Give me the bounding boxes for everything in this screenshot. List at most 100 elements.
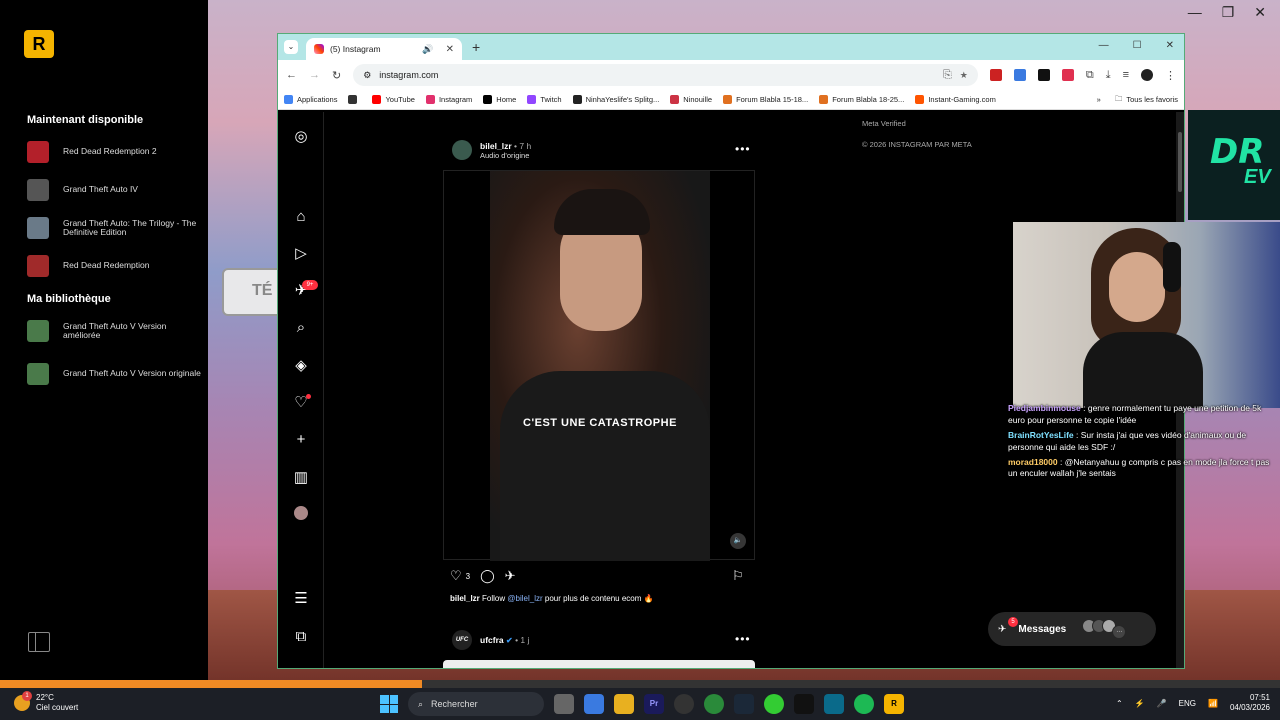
close-tab-icon[interactable]: ✕ <box>446 44 454 55</box>
windows-start-icon[interactable] <box>380 695 398 713</box>
clock[interactable]: 07:51 04/03/2026 <box>1230 693 1270 714</box>
steam-icon[interactable] <box>734 694 754 714</box>
bookmark-item[interactable]: Applications <box>284 95 337 104</box>
maximize-icon[interactable]: ❐ <box>1222 4 1235 21</box>
instagram-logo-icon[interactable]: ◎ <box>292 128 310 146</box>
app-icon[interactable] <box>824 694 844 714</box>
task-view-icon[interactable] <box>554 694 574 714</box>
bookmarks-overflow-icon[interactable]: » <box>1097 95 1101 104</box>
search-icon[interactable]: ⌕ <box>292 319 310 337</box>
avatar[interactable] <box>452 140 472 160</box>
chat-username[interactable]: morad18000 <box>1008 457 1058 467</box>
browser-menu-icon[interactable]: ⋮ <box>1165 69 1176 82</box>
language-indicator[interactable]: ENG <box>1179 699 1196 708</box>
bookmark-item[interactable]: Instagram <box>425 95 472 104</box>
tab-instagram[interactable]: (5) Instagram 🔊 ✕ <box>306 38 462 60</box>
install-app-icon[interactable]: ⎘ <box>943 69 952 82</box>
extension-icon[interactable] <box>1013 69 1026 81</box>
like-count[interactable]: 3 <box>466 572 470 581</box>
tab-search-icon[interactable]: ⌄ <box>284 40 298 54</box>
game-item[interactable]: Red Dead Redemption 2 <box>27 141 205 163</box>
browser-close-icon[interactable]: ✕ <box>1166 40 1174 51</box>
also-from-meta-icon[interactable]: ⧉ <box>292 628 310 646</box>
network-icon[interactable]: ⚡ <box>1135 699 1145 708</box>
extensions-puzzle-icon[interactable]: ⧉ <box>1086 69 1094 82</box>
bookmark-item[interactable] <box>348 95 361 104</box>
share-icon[interactable]: ✈ <box>505 568 516 584</box>
explore-icon[interactable]: ◈ <box>292 357 310 375</box>
game-item[interactable]: Red Dead Redemption <box>27 255 205 277</box>
post2-username[interactable]: ufcfra <box>480 635 504 645</box>
extension-icon[interactable] <box>989 69 1002 81</box>
reload-icon[interactable]: ↻ <box>332 69 341 82</box>
browser-maximize-icon[interactable]: ☐ <box>1133 40 1142 51</box>
avatar[interactable]: UFC <box>452 630 472 650</box>
media-control-icon[interactable]: ≡ <box>1123 69 1129 81</box>
game-item[interactable]: Grand Theft Auto V Version améliorée <box>27 320 205 342</box>
post-audio[interactable]: Audio d'origine <box>480 151 531 160</box>
chat-username[interactable]: BrainRotYesLife <box>1008 430 1074 440</box>
weather-widget[interactable]: 1 22°C Ciel couvert <box>14 690 78 712</box>
post-video[interactable]: C'EST UNE CATASTROPHE <box>490 171 710 561</box>
post2-options-icon[interactable]: ••• <box>735 632 751 646</box>
caption-mention[interactable]: @bilel_lzr <box>507 594 542 603</box>
like-icon[interactable]: ♡ <box>450 568 462 584</box>
dashboard-icon[interactable]: ▥ <box>292 469 310 487</box>
sidebar-toggle-icon[interactable] <box>28 632 50 652</box>
spotify-icon[interactable] <box>854 694 874 714</box>
profile-avatar[interactable] <box>1141 69 1153 81</box>
obs-icon[interactable] <box>674 694 694 714</box>
chat-username[interactable]: Piedjambinmouse <box>1008 403 1081 413</box>
site-info-icon[interactable]: ⚙ <box>363 70 371 81</box>
bookmark-item[interactable]: Ninouille <box>670 95 712 104</box>
bookmark-item[interactable]: Twitch <box>527 95 562 104</box>
profile-avatar-icon[interactable] <box>292 506 310 524</box>
bookmark-item[interactable]: Forum Blabla 15-18... <box>723 95 808 104</box>
bookmark-item[interactable]: Forum Blabla 18-25... <box>819 95 904 104</box>
taskbar-search[interactable]: ⌕ Rechercher <box>408 692 544 716</box>
rockstar-logo-icon[interactable]: R <box>24 30 54 58</box>
mute-icon[interactable]: 🔈 <box>730 533 746 549</box>
post-options-icon[interactable]: ••• <box>735 142 751 156</box>
meta-verified-link[interactable]: Meta Verified <box>862 118 972 129</box>
reels-icon[interactable]: ▷ <box>292 245 310 263</box>
all-bookmarks-button[interactable]: 🗀 Tous les favoris <box>1115 93 1178 106</box>
browser-minimize-icon[interactable]: — <box>1099 40 1109 51</box>
app-icon[interactable] <box>584 694 604 714</box>
premiere-icon[interactable]: Pr <box>644 694 664 714</box>
bookmark-item[interactable]: Instant-Gaming.com <box>915 95 996 104</box>
back-icon[interactable]: ← <box>286 69 297 81</box>
home-icon[interactable]: ⌂ <box>292 208 310 226</box>
game-item[interactable]: Grand Theft Auto: The Trilogy - The Defi… <box>27 217 205 239</box>
game-item[interactable]: Grand Theft Auto V Version originale <box>27 363 205 385</box>
chevron-up-icon[interactable]: ⌃ <box>1116 699 1123 708</box>
post-username[interactable]: bilel_lzr <box>480 141 512 151</box>
post-media[interactable]: C'EST UNE CATASTROPHE 🔈 <box>443 170 755 561</box>
post2-media[interactable] <box>443 660 755 668</box>
extension-icon[interactable] <box>1037 69 1050 81</box>
download-icon[interactable]: ⤓ <box>1106 69 1111 82</box>
speaker-icon[interactable]: 🔊 <box>422 44 433 55</box>
save-icon[interactable]: ⚐ <box>732 568 744 584</box>
forward-icon[interactable]: → <box>309 69 320 81</box>
caption-username[interactable]: bilel_lzr <box>450 594 480 603</box>
minimize-icon[interactable]: — <box>1188 4 1202 21</box>
bookmark-item[interactable]: NinhaYeslife's Splitg... <box>572 95 659 104</box>
tiktok-icon[interactable] <box>794 694 814 714</box>
comment-icon[interactable]: ◯ <box>480 568 495 584</box>
create-icon[interactable]: + <box>292 431 310 449</box>
address-bar[interactable]: ⚙ instagram.com ⎘ ★ <box>353 64 978 86</box>
file-explorer-icon[interactable] <box>614 694 634 714</box>
app-icon[interactable] <box>764 694 784 714</box>
game-item[interactable]: Grand Theft Auto IV <box>27 179 205 201</box>
extension-icon[interactable] <box>1061 69 1074 81</box>
bookmark-star-icon[interactable]: ★ <box>960 70 968 81</box>
rockstar-icon[interactable]: R <box>884 694 904 714</box>
more-menu-icon[interactable]: ☰ <box>292 590 310 608</box>
mic-icon[interactable]: 🎤 <box>1157 699 1167 708</box>
close-icon[interactable]: ✕ <box>1254 4 1266 21</box>
messages-button[interactable]: ✈ 5 Messages ··· <box>988 612 1156 646</box>
new-tab-button[interactable]: + <box>472 39 480 55</box>
bookmark-item[interactable]: YouTube <box>372 95 415 104</box>
wifi-icon[interactable]: 📶 <box>1208 699 1218 708</box>
